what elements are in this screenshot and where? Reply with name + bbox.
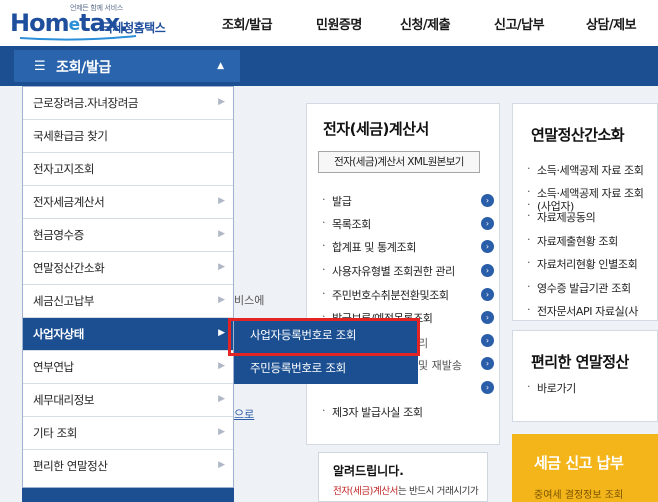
go-arrow-icon[interactable]: › [481, 217, 494, 230]
list-item[interactable]: 주민번호수취분전환및조회 [322, 287, 449, 303]
go-arrow-icon[interactable]: › [481, 334, 494, 347]
panel-convenient: 편리한 연말정산 [512, 330, 658, 422]
hamburger-icon: ☰ [34, 59, 46, 74]
nav-item-application[interactable]: 신청/제출 [400, 14, 451, 33]
list-item[interactable]: 제3자 발급사실 조회 [322, 404, 423, 420]
side-menu-item[interactable]: 전자고지조회 [23, 153, 233, 186]
list-item[interactable]: 사용자유형별 조회권한 관리 [322, 263, 455, 279]
list-item[interactable]: 자료처리현황 인별조회 [527, 256, 638, 272]
side-menu-item[interactable]: 기타 조회 ▶ [23, 417, 233, 450]
logo-korean: 국세청홈택스 [102, 21, 166, 35]
menu-bottom-strip [22, 488, 234, 502]
list-item[interactable]: 발급 [322, 193, 352, 209]
go-arrow-icon[interactable]: › [481, 357, 494, 370]
list-item[interactable]: 자료제공동의 [527, 209, 596, 225]
panel-title: 전자(세금)계산서 [323, 120, 429, 138]
side-menu-item[interactable]: 연부연납 ▶ [23, 351, 233, 384]
shortcut-link[interactable]: 바로가기 [527, 380, 576, 396]
side-dropdown-menu: 근로장려금.자녀장려금 ▶ 국세환급금 찾기 전자고지조회 전자세금계산서 ▶ 현금… [22, 86, 234, 488]
go-arrow-icon[interactable]: › [481, 381, 494, 394]
side-menu-item[interactable]: 현금영수증 ▶ [23, 219, 233, 252]
chevron-right-icon: ▶ [218, 460, 225, 470]
obscured-text: 및 재발송 [418, 359, 462, 372]
list-item[interactable]: 목록조회 [322, 216, 371, 232]
side-menu-item[interactable]: 편리한 연말정산 ▶ [23, 450, 233, 483]
notice-text: 전자(세금)계산서는 반드시 거래시기가 [333, 486, 479, 497]
list-item[interactable]: 합계표 및 통계조회 [322, 239, 416, 255]
banner-title: 세금 신고 납부 [534, 454, 624, 472]
notice-title: 알려드립니다. [333, 464, 404, 478]
banner-text: 중여세 결정정보 조회 [534, 490, 624, 501]
side-menu-item[interactable]: 근로장려금.자녀장려금 ▶ [23, 87, 233, 120]
nav-item-inquiry[interactable]: 조회/발급 [222, 14, 273, 33]
obscured-text: 비스에 [234, 294, 265, 307]
side-menu-item-active[interactable]: 사업자상태 ▶ [23, 318, 233, 351]
chevron-right-icon: ▶ [218, 361, 225, 371]
chevron-right-icon: ▶ [218, 262, 225, 272]
side-menu-item[interactable]: 전자세금계산서 ▶ [23, 186, 233, 219]
obscured-link[interactable]: 으로 [234, 406, 254, 422]
top-header: 언제든 함께 서비스 Hometax. 국세청홈택스 조회/발급 민원증명 신청… [0, 0, 658, 46]
list-item[interactable]: 전자문서API 자료실(사 [527, 303, 638, 319]
chevron-right-icon: ▶ [218, 427, 225, 437]
highlight-box [228, 318, 420, 356]
go-arrow-icon[interactable]: › [481, 288, 494, 301]
tax-filing-banner[interactable]: 세금 신고 납부 중여세 결정정보 조회 [512, 434, 658, 502]
chevron-right-icon: ▶ [218, 328, 225, 338]
go-arrow-icon[interactable]: › [481, 311, 494, 324]
chevron-right-icon: ▶ [218, 229, 225, 239]
side-menu-item[interactable]: 연말정산간소화 ▶ [23, 252, 233, 285]
nav-item-consult[interactable]: 상담/제보 [586, 14, 637, 33]
list-item[interactable]: 자료제출현황 조회 [527, 233, 618, 249]
hometax-logo[interactable]: 언제든 함께 서비스 Hometax. 국세청홈택스 [8, 3, 188, 43]
nav-item-filing[interactable]: 신고/납부 [494, 14, 545, 33]
go-arrow-icon[interactable]: › [481, 264, 494, 277]
chevron-right-icon: ▶ [218, 394, 225, 404]
go-arrow-icon[interactable]: › [481, 240, 494, 253]
list-item[interactable]: 소득·세액공제 자료 조회 [527, 162, 644, 178]
chevron-right-icon: ▶ [218, 295, 225, 305]
panel-title: 편리한 연말정산 [531, 353, 629, 371]
list-item[interactable]: 영수증 발급기관 조회 [527, 280, 631, 296]
notice-box: 알려드립니다. 전자(세금)계산서는 반드시 거래시기가 [318, 452, 488, 502]
chevron-right-icon: ▶ [218, 97, 225, 107]
caret-up-icon: ▲ [217, 61, 224, 71]
go-arrow-icon[interactable]: › [481, 194, 494, 207]
xml-original-button[interactable]: 전자(세금)계산서 XML원본보기 [318, 151, 480, 173]
menu-toggle-button[interactable]: ☰ 조회/발급 ▲ [14, 50, 240, 82]
side-menu-item[interactable]: 국세환급금 찾기 [23, 120, 233, 153]
nav-item-certificate[interactable]: 민원증명 [316, 14, 362, 33]
chevron-right-icon: ▶ [218, 196, 225, 206]
panel-title: 연말정산간소화 [531, 126, 625, 144]
menu-toggle-label: 조회/발급 [56, 60, 112, 76]
side-menu-item[interactable]: 세금신고납부 ▶ [23, 285, 233, 318]
side-menu-item[interactable]: 세무대리정보 ▶ [23, 384, 233, 417]
